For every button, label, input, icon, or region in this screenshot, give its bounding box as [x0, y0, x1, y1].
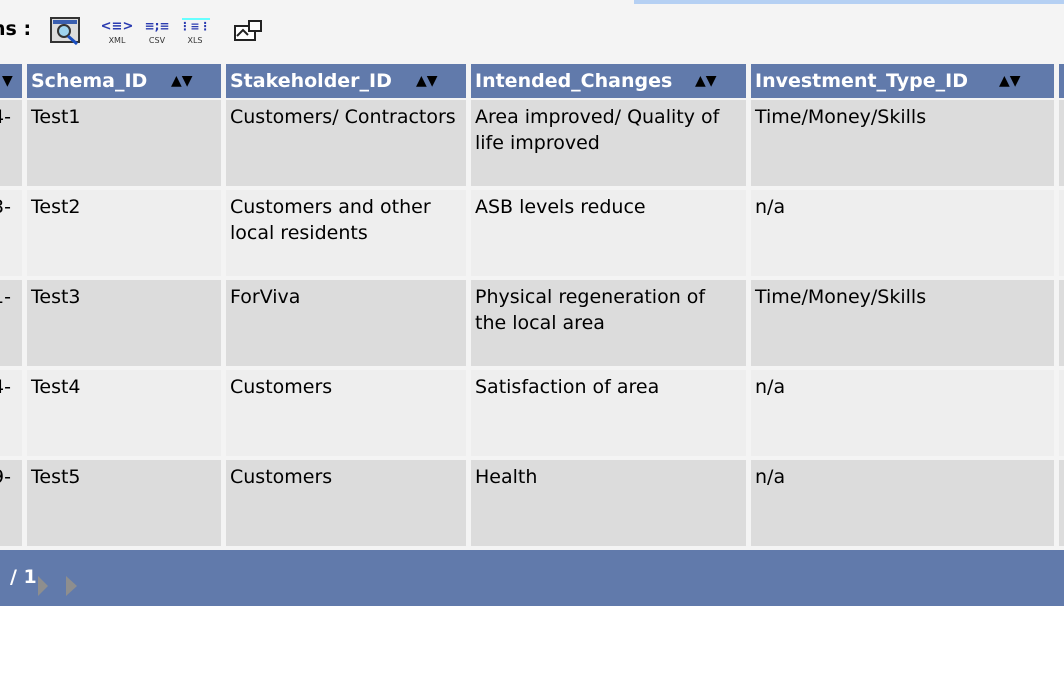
- next-page-icon[interactable]: [38, 576, 48, 596]
- svg-text:<≡>: <≡>: [102, 19, 133, 34]
- top-bar: [634, 0, 1064, 4]
- cell-prefix: 3-: [0, 190, 22, 276]
- cell-prefix: 4-: [0, 100, 22, 186]
- cell-changes: Health: [471, 460, 746, 546]
- column-header-partial[interactable]: ▼: [0, 64, 22, 98]
- cell-changes: ASB levels reduce: [471, 190, 746, 276]
- cell-partial: [1059, 370, 1064, 456]
- sort-icon[interactable]: ▲▼: [695, 64, 717, 98]
- column-header-intended-changes[interactable]: Intended_Changes ▲▼: [471, 64, 746, 98]
- svg-text:XML: XML: [109, 36, 126, 45]
- sort-icon[interactable]: ▲▼: [999, 64, 1021, 98]
- pager-bar: [0, 550, 1064, 606]
- csv-export-icon[interactable]: ≡;≡ CSV: [142, 18, 172, 50]
- xml-export-icon[interactable]: <≡> XML: [101, 18, 134, 50]
- cell-stakeholder: Customers and other local residents: [226, 190, 466, 276]
- column-header-schema-id[interactable]: Schema_ID ▲▼: [27, 64, 221, 98]
- search-icon[interactable]: [50, 16, 82, 50]
- svg-text:≡;≡: ≡;≡: [145, 19, 170, 33]
- page-count: / 1: [10, 566, 37, 588]
- svg-text:⋮≡⋮: ⋮≡⋮: [180, 20, 211, 33]
- cell-changes: Satisfaction of area: [471, 370, 746, 456]
- cell-partial: [1059, 100, 1064, 186]
- cell-changes: Physical regeneration of the local area: [471, 280, 746, 366]
- svg-text:XLS: XLS: [187, 36, 202, 45]
- cell-schema: Test2: [27, 190, 221, 276]
- cell-schema: Test1: [27, 100, 221, 186]
- cell-partial: [1059, 460, 1064, 546]
- export-label: ns :: [0, 18, 32, 40]
- cell-stakeholder: Customers: [226, 370, 466, 456]
- sort-icon[interactable]: ▲▼: [416, 64, 438, 98]
- cell-prefix: 1-: [0, 280, 22, 366]
- cell-partial: [1059, 280, 1064, 366]
- cell-changes: Area improved/ Quality of life improved: [471, 100, 746, 186]
- column-header-stakeholder-id[interactable]: Stakeholder_ID ▲▼: [226, 64, 466, 98]
- cell-investment: Time/Money/Skills: [751, 280, 1054, 366]
- cell-schema: Test4: [27, 370, 221, 456]
- cell-investment: Time/Money/Skills: [751, 100, 1054, 186]
- svg-text:CSV: CSV: [149, 36, 166, 45]
- column-header-partial[interactable]: [1059, 64, 1064, 98]
- cell-investment: n/a: [751, 190, 1054, 276]
- cell-stakeholder: Customers/ Contractors: [226, 100, 466, 186]
- last-page-icon[interactable]: [66, 576, 77, 596]
- cell-schema: Test3: [27, 280, 221, 366]
- column-header-investment-type-id[interactable]: Investment_Type_ID ▲▼: [751, 64, 1054, 98]
- cell-investment: n/a: [751, 370, 1054, 456]
- cell-partial: [1059, 190, 1064, 276]
- sort-icon[interactable]: ▲▼: [171, 64, 193, 98]
- cell-investment: n/a: [751, 460, 1054, 546]
- xls-export-icon[interactable]: ⋮≡⋮ XLS: [179, 18, 212, 50]
- cell-stakeholder: ForViva: [226, 280, 466, 366]
- print-icon[interactable]: [232, 18, 264, 48]
- cell-schema: Test5: [27, 460, 221, 546]
- cell-prefix: 4-: [0, 370, 22, 456]
- cell-prefix: 9-: [0, 460, 22, 546]
- cell-stakeholder: Customers: [226, 460, 466, 546]
